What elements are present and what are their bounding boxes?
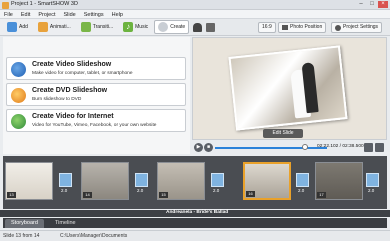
main-toolbar: Add Animati... Transiti... ♪ Music Create [0, 19, 190, 36]
transition-duration: 2.0 [298, 188, 305, 193]
aspect-ratio-button[interactable]: 16:9 [258, 22, 276, 33]
slide-number: 17 [317, 192, 326, 198]
project-settings-button[interactable]: Project Settings [331, 22, 383, 33]
add-label: Add [19, 24, 28, 30]
menu-settings[interactable]: Settings [80, 10, 108, 18]
menu-slide[interactable]: Slide [59, 10, 79, 18]
slide-number: 13 [7, 192, 16, 198]
bell-icon[interactable] [193, 23, 202, 32]
transition-duration: 2.0 [368, 188, 375, 193]
edit-slide-button[interactable]: Edit Slide [263, 129, 303, 138]
transition-icon[interactable]: 2.0 [366, 173, 379, 193]
add-button[interactable]: Add [3, 20, 32, 34]
option-subtitle: Make video for computer, tablet, or smar… [32, 71, 133, 76]
close-button[interactable]: × [378, 1, 388, 8]
menu-help[interactable]: Help [108, 10, 127, 18]
playback-time: 02:22.102 / 02:38.500 [317, 144, 364, 149]
music-button[interactable]: ♪ Music [119, 20, 152, 34]
menu-bar: File Edit Project Slide Settings Help [0, 10, 390, 19]
project-path: C:\Users\Manager\Documents [60, 233, 128, 239]
view-tabs: Storyboard Timeline [3, 218, 387, 228]
option-subtitle: Video for YouTube, Vimeo, Facebook, or y… [32, 123, 157, 128]
transitions-label: Transiti... [92, 24, 114, 30]
app-icon [2, 1, 9, 9]
option-subtitle: Burn slideshow to DVD [32, 97, 82, 102]
create-label: Create [170, 24, 186, 30]
slide-thumbnail[interactable]: 15 [157, 162, 205, 200]
transition-duration: 2.0 [137, 188, 144, 193]
fullscreen-icon[interactable] [375, 143, 384, 152]
create-dvd-slideshow-option[interactable]: Create DVD Slideshow Burn slideshow to D… [6, 83, 186, 106]
slide-number: 14 [83, 192, 92, 198]
tab-timeline[interactable]: Timeline [49, 219, 82, 228]
menu-edit[interactable]: Edit [17, 10, 34, 18]
transition-duration: 2.0 [61, 188, 68, 193]
video-icon [11, 62, 26, 77]
menu-project[interactable]: Project [34, 10, 59, 18]
minimize-button[interactable]: – [356, 1, 366, 8]
photo-position-button[interactable]: Photo Position [278, 22, 327, 33]
create-video-slideshow-option[interactable]: Create Video Slideshow Make video for co… [6, 57, 186, 80]
maximize-button[interactable]: □ [367, 1, 377, 8]
status-bar: Slide 13 from 14 C:\Users\Manager\Docume… [0, 230, 390, 241]
slide-thumbnail[interactable]: 17 [315, 162, 363, 200]
progress-track[interactable] [215, 147, 327, 149]
photo-position-label: Photo Position [290, 24, 323, 30]
audio-track[interactable]: Andreanela - Bride's Ballad [0, 210, 390, 217]
option-title: Create Video Slideshow [32, 61, 112, 68]
audio-track-title: Andreanela - Bride's Ballad [166, 210, 229, 215]
animation-label: Animati... [49, 24, 71, 30]
create-button[interactable]: Create [154, 20, 190, 34]
preview-photo [228, 45, 348, 131]
add-icon [7, 22, 17, 32]
slide-thumbnail-selected[interactable]: 16 [243, 162, 291, 200]
create-panel: Create Video Slideshow Make video for co… [3, 37, 190, 154]
aspect-ratio-label: 16:9 [262, 24, 272, 30]
transitions-icon [80, 22, 91, 32]
slide-preview: Edit Slide [192, 37, 387, 140]
animation-button[interactable]: Animati... [34, 20, 75, 34]
transition-icon[interactable]: 2.0 [135, 173, 148, 193]
play-icon[interactable]: ▶ [194, 143, 203, 152]
project-settings-label: Project Settings [343, 24, 379, 30]
storyboard-strip: 13 2.0 14 2.0 15 2.0 16 2.0 17 2.0 [3, 156, 387, 209]
option-title: Create DVD Slideshow [32, 87, 108, 94]
gear-icon [335, 24, 341, 31]
music-icon: ♪ [123, 22, 134, 32]
option-title: Create Video for Internet [32, 113, 114, 120]
music-label: Music [135, 24, 149, 30]
transition-icon[interactable]: 2.0 [296, 173, 309, 193]
snapshot-icon[interactable] [364, 143, 373, 152]
gallery-icon[interactable] [206, 23, 215, 32]
transitions-button[interactable]: Transiti... [77, 20, 117, 34]
title-bar: Project 1 - SmartSHOW 3D – □ × [0, 0, 390, 10]
preview-toolbar: 16:9 Photo Position Project Settings [190, 19, 390, 36]
transition-icon[interactable]: 2.0 [211, 173, 224, 193]
menu-file[interactable]: File [0, 10, 17, 18]
photo-position-icon [282, 25, 288, 30]
slide-number: 15 [159, 192, 168, 198]
transition-duration: 2.0 [213, 188, 220, 193]
slide-number: 16 [246, 191, 255, 197]
progress-handle[interactable] [302, 144, 308, 150]
create-video-internet-option[interactable]: Create Video for Internet Video for YouT… [6, 109, 186, 132]
slide-thumbnail[interactable]: 14 [81, 162, 129, 200]
transition-icon[interactable]: 2.0 [59, 173, 72, 193]
dvd-icon [11, 88, 26, 103]
slide-counter: Slide 13 from 14 [3, 233, 40, 239]
slide-thumbnail[interactable]: 13 [5, 162, 53, 200]
animation-icon [37, 22, 48, 32]
window-title: Project 1 - SmartSHOW 3D [11, 1, 78, 7]
internet-icon [11, 114, 26, 129]
create-icon [158, 22, 169, 32]
tab-storyboard[interactable]: Storyboard [5, 219, 44, 228]
playback-bar: ▶ ■ 02:22.102 / 02:38.500 [192, 141, 387, 154]
app-window: Project 1 - SmartSHOW 3D – □ × File Edit… [0, 0, 390, 241]
stop-icon[interactable]: ■ [204, 143, 213, 152]
